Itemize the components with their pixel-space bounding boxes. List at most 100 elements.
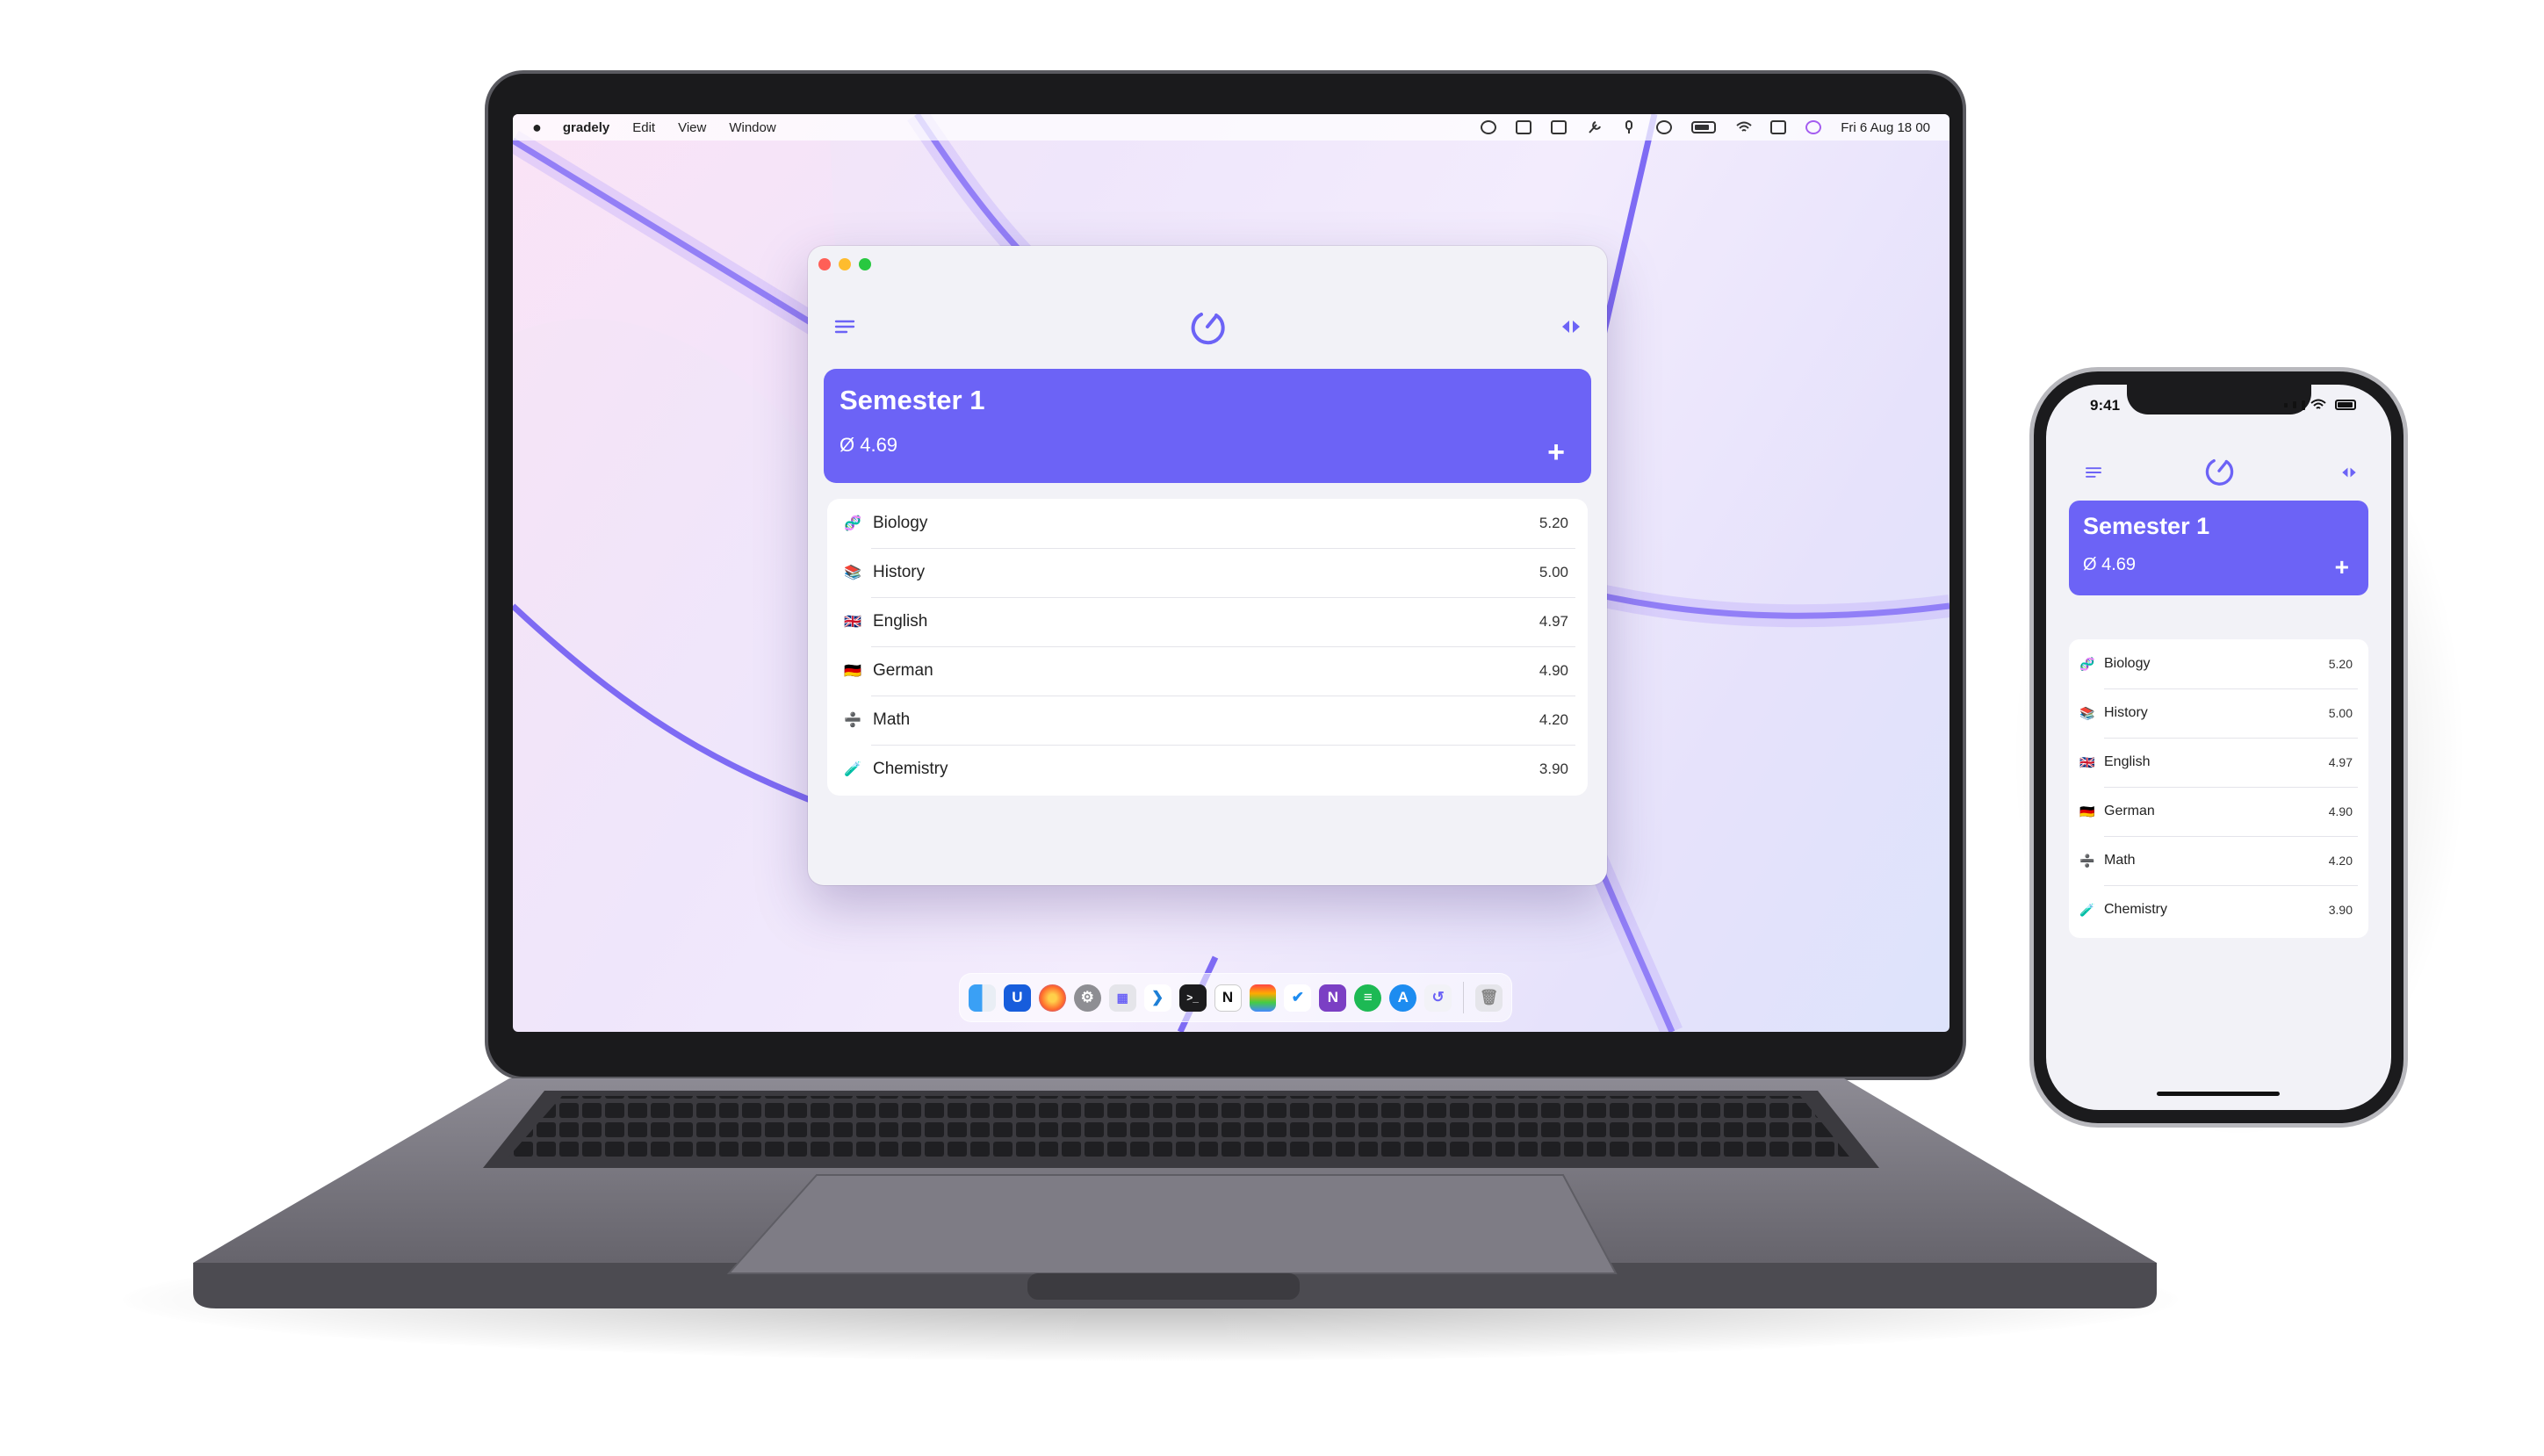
subject-row-chemistry[interactable]: 🧪 Chemistry 3.90	[2069, 885, 2368, 934]
subject-name: Chemistry	[873, 760, 948, 778]
minimize-button[interactable]	[839, 258, 851, 270]
phone-screen: 9:41 Semester 1 Ø 4.69 + 🧬 Biology 5.20 …	[2046, 385, 2391, 1110]
microphone-icon[interactable]	[1621, 120, 1637, 134]
test-tube-icon: 🧪	[844, 762, 861, 777]
battery-icon	[2335, 400, 2356, 410]
add-subject-button[interactable]: +	[1547, 437, 1565, 467]
launchpad-icon[interactable]: ▦	[1108, 984, 1136, 1012]
subject-row-english[interactable]: 🇬🇧 English 4.97	[2069, 738, 2368, 787]
menu-window[interactable]: Window	[729, 120, 775, 135]
menu-app-name[interactable]: gradely	[563, 120, 609, 135]
home-indicator[interactable]	[2157, 1092, 2280, 1096]
switch-view-icon[interactable]	[2340, 465, 2358, 479]
menu-icon[interactable]	[2085, 465, 2102, 479]
battery-icon[interactable]	[1691, 121, 1717, 133]
menu-view[interactable]: View	[678, 120, 706, 135]
phone-toolbar	[2046, 453, 2391, 497]
subject-row-german[interactable]: 🇩🇪 German 4.90	[827, 646, 1588, 696]
wifi-icon[interactable]	[1735, 120, 1752, 134]
semester-average: Ø 4.69	[2083, 555, 2137, 574]
subject-name: German	[2104, 804, 2155, 818]
semester-card[interactable]: Semester 1 Ø 4.69 +	[2069, 501, 2368, 595]
subject-name: Biology	[873, 514, 928, 532]
subject-grade: 4.97	[2328, 755, 2353, 769]
play-icon[interactable]	[1656, 120, 1673, 134]
subject-grade: 5.00	[1539, 564, 1568, 580]
books-icon: 📚	[844, 566, 861, 580]
subject-grade: 3.90	[1539, 760, 1568, 777]
subject-name: History	[873, 563, 926, 581]
gradely-logo-icon	[2205, 458, 2233, 486]
subject-row-english[interactable]: 🇬🇧 English 4.97	[827, 597, 1588, 646]
notion-icon[interactable]: N	[1214, 984, 1242, 1012]
subject-row-math[interactable]: ➗ Math 4.20	[827, 696, 1588, 745]
subject-grade: 4.20	[1539, 711, 1568, 728]
subject-row-biology[interactable]: 🧬 Biology 5.20	[827, 499, 1588, 548]
dna-icon: 🧬	[844, 516, 861, 531]
semester-title: Semester 1	[2083, 513, 2210, 539]
siri-icon[interactable]	[1805, 120, 1822, 134]
checkmark-icon[interactable]	[1481, 120, 1497, 134]
close-button[interactable]	[818, 258, 831, 270]
germany-flag-icon: 🇩🇪	[2079, 804, 2095, 818]
add-subject-button[interactable]: +	[2335, 555, 2349, 580]
laptop-screen: ● gradely Edit View Window Fri 6 Aug 18 …	[513, 114, 1949, 1032]
semester-average: Ø 4.69	[840, 434, 898, 456]
finder-icon[interactable]	[969, 984, 996, 1012]
spotify-icon[interactable]: ≡	[1354, 984, 1382, 1012]
laptop-base	[193, 1078, 2157, 1308]
window-controls	[818, 258, 871, 270]
subject-row-history[interactable]: 📚 History 5.00	[2069, 688, 2368, 738]
uk-flag-icon: 🇬🇧	[844, 615, 861, 630]
subject-grade: 3.90	[2328, 903, 2353, 917]
firefox-icon[interactable]	[1038, 984, 1066, 1012]
tasks-icon[interactable]: ✔	[1284, 984, 1312, 1012]
terminal-icon[interactable]: >_	[1178, 984, 1207, 1012]
subject-row-german[interactable]: 🇩🇪 German 4.90	[2069, 787, 2368, 836]
clipboard-icon[interactable]	[1551, 120, 1567, 134]
gradely-logo-icon	[1191, 313, 1225, 345]
subject-grade: 5.00	[2328, 706, 2353, 720]
semester-card[interactable]: Semester 1 Ø 4.69 +	[824, 369, 1591, 483]
subject-grade: 4.90	[1539, 662, 1568, 679]
books-icon: 📚	[2079, 705, 2095, 720]
subject-name: English	[2104, 754, 2151, 769]
test-tube-icon: 🧪	[2079, 902, 2095, 917]
subject-row-math[interactable]: ➗ Math 4.20	[2069, 836, 2368, 885]
subject-row-biology[interactable]: 🧬 Biology 5.20	[2069, 639, 2368, 688]
semester-title: Semester 1	[840, 385, 985, 415]
grid-icon[interactable]	[1516, 120, 1532, 134]
subject-row-chemistry[interactable]: 🧪 Chemistry 3.90	[827, 745, 1588, 794]
bitwarden-icon[interactable]: U	[1003, 984, 1031, 1012]
app-store-icon[interactable]: A	[1389, 984, 1417, 1012]
subject-name: Math	[873, 710, 911, 729]
gradely-icon[interactable]: ↺	[1424, 984, 1452, 1012]
menu-edit[interactable]: Edit	[632, 120, 655, 135]
photos-icon[interactable]	[1249, 984, 1277, 1012]
menu-bar: ● gradely Edit View Window Fri 6 Aug 18 …	[513, 114, 1949, 141]
subject-grade: 5.20	[1539, 515, 1568, 531]
dna-icon: 🧬	[2079, 656, 2095, 671]
subject-name: Chemistry	[2104, 902, 2168, 917]
apple-icon[interactable]: ●	[532, 119, 542, 137]
subject-name: Math	[2104, 853, 2136, 868]
onenote-icon[interactable]: N	[1319, 984, 1347, 1012]
subject-row-history[interactable]: 📚 History 5.00	[827, 548, 1588, 597]
menu-clock[interactable]: Fri 6 Aug 18 00	[1841, 120, 1930, 135]
subject-name: History	[2104, 705, 2148, 720]
subject-list: 🧬 Biology 5.20 📚 History 5.00 🇬🇧 English…	[2069, 639, 2368, 938]
zoom-button[interactable]	[859, 258, 871, 270]
menu-icon[interactable]	[834, 318, 855, 335]
vscode-icon[interactable]: ❯	[1143, 984, 1171, 1012]
wrench-icon[interactable]	[1586, 120, 1602, 134]
phone-time: 9:41	[2090, 397, 2121, 414]
control-center-icon[interactable]	[1770, 120, 1787, 134]
trash-icon[interactable]: 🗑	[1475, 984, 1503, 1012]
plus-minus-icon: ➗	[844, 713, 861, 728]
status-area: Fri 6 Aug 18 00	[1481, 120, 1930, 135]
subject-grade: 4.20	[2328, 854, 2353, 868]
subject-grade: 4.97	[1539, 613, 1568, 630]
plus-minus-icon: ➗	[2079, 853, 2095, 868]
switch-view-icon[interactable]	[1560, 318, 1582, 335]
system-preferences-icon[interactable]: ⚙	[1073, 984, 1101, 1012]
